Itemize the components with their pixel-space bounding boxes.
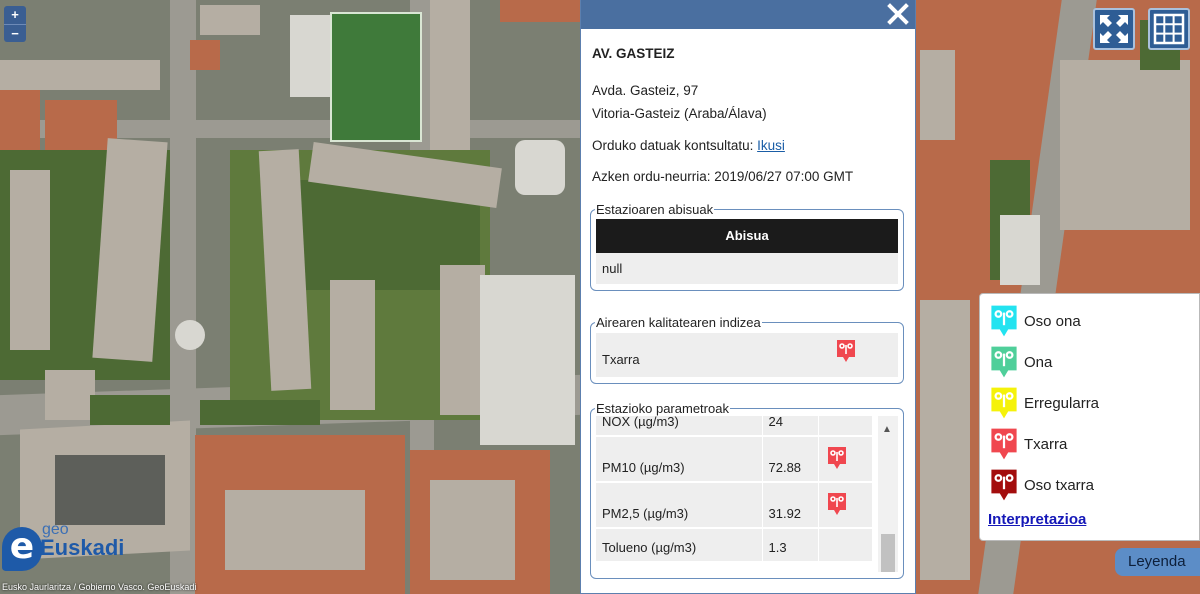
table-row: NOX (µg/m3) 24 — [596, 416, 872, 437]
params-scrollbar[interactable]: ▲ — [878, 416, 898, 572]
legend-label: Ona — [1024, 354, 1053, 371]
params-table-container[interactable]: NOX (µg/m3) 24 PM10 (µg/m3) 72.88 PM2,5 … — [596, 416, 898, 572]
zoom-control: + − — [4, 6, 26, 42]
param-name: NOX (µg/m3) — [596, 416, 763, 437]
regular-marker-icon — [990, 386, 1018, 420]
popup-header-bar — [581, 0, 915, 29]
param-status-icon — [818, 482, 872, 529]
bad-marker-icon — [990, 427, 1018, 461]
interpretation-link[interactable]: Interpretazioa — [988, 511, 1086, 528]
aqi-marker-icon — [836, 339, 856, 366]
very-bad-marker-icon — [990, 468, 1018, 502]
table-row: PM10 (µg/m3) 72.88 — [596, 436, 872, 483]
legend-label: Erregularra — [1024, 395, 1100, 412]
hourly-data-row: Orduko datuak kontsultatu: Ikusi — [592, 138, 903, 153]
zoom-in-button[interactable]: + — [4, 6, 26, 24]
fullscreen-icon — [1100, 15, 1128, 43]
legend-item: Erregularra — [990, 386, 1190, 422]
param-name: Tolueno (µg/m3) — [596, 528, 763, 563]
warnings-section: Estazioaren abisuak Abisua null — [590, 202, 904, 291]
params-legend: Estazioko parametroak — [596, 401, 729, 416]
params-table: NOX (µg/m3) 24 PM10 (µg/m3) 72.88 PM2,5 … — [596, 416, 872, 563]
station-name: AV. GASTEIZ — [592, 46, 675, 61]
param-value: 1.3 — [762, 528, 819, 563]
grid-icon — [1153, 13, 1185, 45]
param-value: 24 — [762, 416, 819, 437]
warnings-legend: Estazioaren abisuak — [596, 202, 714, 217]
address-line-2: Vitoria-Gasteiz (Araba/Álava) — [592, 106, 767, 121]
grid-menu-button[interactable] — [1148, 8, 1190, 50]
aqi-legend-panel: Oso ona Ona Erregularra Txarra Oso txarr… — [979, 293, 1200, 541]
zoom-out-button[interactable]: − — [4, 24, 26, 42]
legend-label: Oso ona — [1024, 313, 1081, 330]
last-measurement: Azken ordu-neurria: 2019/06/27 07:00 GMT — [592, 169, 854, 184]
legend-toggle-button[interactable]: Leyenda — [1115, 548, 1200, 576]
logo-euskadi-text: Euskadi — [40, 535, 125, 560]
logo-mark: e — [2, 527, 42, 571]
very-good-marker-icon — [990, 304, 1018, 338]
table-row: Tolueno (µg/m3) 1.3 — [596, 528, 872, 563]
legend-label: Txarra — [1024, 436, 1068, 453]
param-name: PM2,5 (µg/m3) — [596, 482, 763, 529]
legend-item: Ona — [990, 345, 1190, 381]
warnings-table-header: Abisua — [596, 219, 898, 253]
hourly-data-label: Orduko datuak kontsultatu: — [592, 138, 754, 153]
close-popup-button[interactable] — [886, 2, 910, 26]
address-line-1: Avda. Gasteiz, 97 — [592, 83, 699, 98]
legend-item: Oso txarra — [990, 468, 1190, 504]
table-row: PM2,5 (µg/m3) 31.92 — [596, 482, 872, 529]
fullscreen-button[interactable] — [1093, 8, 1135, 50]
scrollbar-thumb[interactable] — [881, 534, 895, 572]
geoeuskadi-logo: e geo Euskadi — [2, 521, 124, 579]
warnings-table-row: null — [596, 253, 898, 284]
scroll-up-icon[interactable]: ▲ — [882, 424, 892, 435]
legend-item: Oso ona — [990, 304, 1190, 340]
legend-item: Txarra — [990, 427, 1190, 463]
station-popup: AV. GASTEIZ Avda. Gasteiz, 97 Vitoria-Ga… — [580, 0, 916, 594]
aqi-section: Airearen kalitatearen indizea Txarra — [590, 315, 904, 384]
param-value: 72.88 — [762, 436, 819, 483]
aqi-legend: Airearen kalitatearen indizea — [596, 315, 761, 330]
map-attribution: Eusko Jaurlaritza / Gobierno Vasco. GeoE… — [2, 582, 197, 592]
param-name: PM10 (µg/m3) — [596, 436, 763, 483]
close-icon — [887, 3, 909, 25]
params-section: Estazioko parametroak NOX (µg/m3) 24 PM1… — [590, 401, 904, 579]
aqi-value: Txarra — [602, 352, 640, 367]
good-marker-icon — [990, 345, 1018, 379]
legend-label: Oso txarra — [1024, 477, 1095, 494]
param-value: 31.92 — [762, 482, 819, 529]
hourly-data-link[interactable]: Ikusi — [757, 138, 785, 153]
param-status-icon — [818, 436, 872, 483]
aqi-row: Txarra — [596, 333, 898, 377]
